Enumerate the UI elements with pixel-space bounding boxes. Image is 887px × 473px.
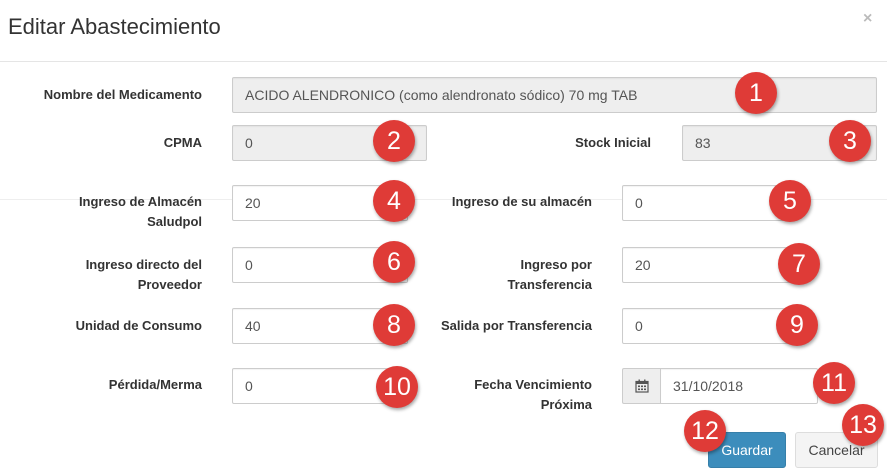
label-ingreso-directo-proveedor-line2: Proveedor (137, 277, 202, 292)
label-nombre-medicamento: Nombre del Medicamento (43, 87, 202, 102)
label-ingreso-directo-proveedor-line1: Ingreso directo del (85, 257, 202, 272)
annotation-badge-12: 12 (684, 410, 726, 452)
label-ingreso-su-almacen: Ingreso de su almacén (451, 194, 592, 209)
label-ingreso-almacen-saludpol: Ingreso de Almacén Saludpol (20, 192, 202, 232)
label-ingreso-transferencia-line2: Transferencia (507, 277, 592, 292)
label-fecha-vencimiento-line2: Próxima (540, 397, 592, 412)
nombre-medicamento-input[interactable] (232, 77, 877, 113)
ingreso-transferencia-input[interactable] (622, 247, 798, 283)
annotation-badge-11: 11 (813, 362, 855, 404)
label-ingreso-almacen-saludpol-line2: Saludpol (147, 214, 202, 229)
label-ingreso-transferencia: Ingreso por Transferencia (420, 255, 592, 295)
label-perdida-merma: Pérdida/Merma (108, 377, 202, 392)
label-ingreso-almacen-saludpol-line1: Ingreso de Almacén (78, 194, 202, 209)
annotation-badge-8: 8 (373, 304, 415, 346)
annotation-badge-7: 7 (778, 243, 820, 285)
modal-title: Editar Abastecimiento (8, 14, 221, 39)
fecha-vencimiento-input[interactable] (660, 368, 818, 404)
close-icon[interactable]: × (863, 10, 872, 28)
annotation-badge-10: 10 (376, 366, 418, 408)
label-stock-inicial: Stock Inicial (575, 135, 651, 150)
annotation-badge-9: 9 (776, 304, 818, 346)
annotation-badge-1: 1 (735, 72, 777, 114)
label-fecha-vencimiento: Fecha Vencimiento Próxima (420, 375, 592, 415)
header-divider (0, 61, 887, 62)
label-ingreso-transferencia-line1: Ingreso por (520, 257, 592, 272)
annotation-badge-13: 13 (842, 404, 884, 446)
calendar-icon[interactable] (622, 368, 661, 404)
label-unidad-consumo: Unidad de Consumo (75, 318, 202, 333)
annotation-badge-5: 5 (769, 180, 811, 222)
label-fecha-vencimiento-line1: Fecha Vencimiento (474, 377, 592, 392)
annotation-badge-2: 2 (373, 120, 415, 162)
annotation-badge-3: 3 (829, 120, 871, 162)
annotation-badge-6: 6 (373, 241, 415, 283)
label-cpma: CPMA (163, 135, 202, 150)
salida-transferencia-input[interactable] (622, 308, 798, 344)
annotation-badge-4: 4 (373, 180, 415, 222)
label-salida-transferencia: Salida por Transferencia (440, 318, 592, 333)
label-ingreso-directo-proveedor: Ingreso directo del Proveedor (20, 255, 202, 295)
